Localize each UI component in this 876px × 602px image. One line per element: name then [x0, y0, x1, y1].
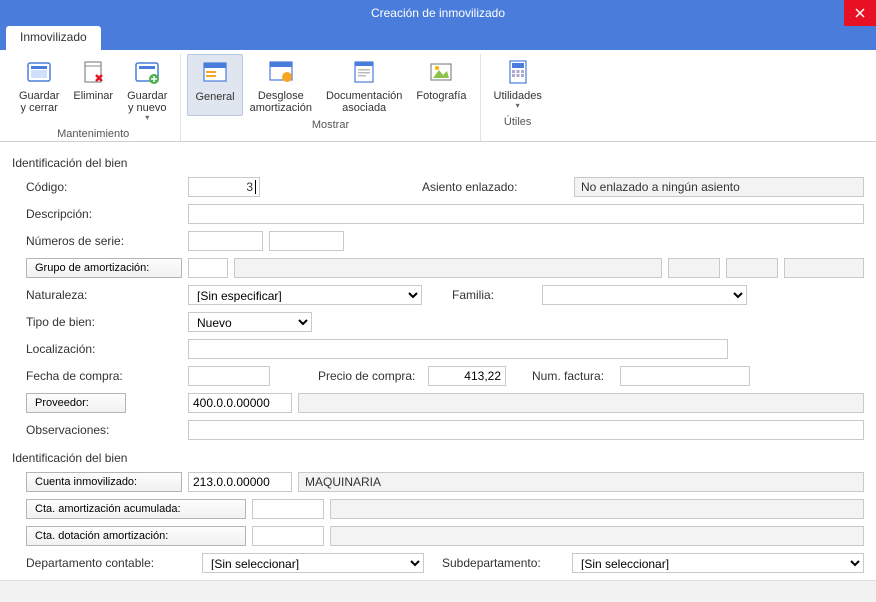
- calculator-icon: [502, 56, 534, 88]
- asiento-label: Asiento enlazado:: [422, 180, 574, 194]
- descripcion-input[interactable]: [188, 204, 864, 224]
- ribbon-group-show: General Desglose amortización Documentac…: [181, 54, 480, 141]
- cuenta-inmov-button[interactable]: Cuenta inmovilizado:: [26, 472, 182, 492]
- grupo-val1: [668, 258, 720, 278]
- descripcion-label: Descripción:: [12, 207, 188, 221]
- save-close-icon: [23, 56, 55, 88]
- grupo-val3: [784, 258, 864, 278]
- form-area: Identificación del bien Código: 3 Asient…: [0, 142, 876, 574]
- tipo-select[interactable]: Nuevo: [188, 312, 312, 332]
- foto-button[interactable]: Fotografía: [409, 54, 473, 116]
- desglose-button[interactable]: Desglose amortización: [243, 54, 319, 116]
- cuenta-name: MAQUINARIA: [298, 472, 864, 492]
- ribbon: Guardar y cerrar Eliminar Guardar y nuev…: [0, 50, 876, 142]
- ribbon-group-label-show: Mostrar: [187, 116, 473, 134]
- fecha-label: Fecha de compra:: [12, 369, 188, 383]
- section2-title: Identificación del bien: [12, 451, 864, 465]
- naturaleza-select[interactable]: [Sin especificar]: [188, 285, 422, 305]
- save-new-icon: [131, 56, 163, 88]
- numserie2-input[interactable]: [269, 231, 344, 251]
- grupo-name1: [234, 258, 662, 278]
- delete-icon: [77, 56, 109, 88]
- tab-inmovilizado[interactable]: Inmovilizado: [6, 26, 101, 50]
- numeros-label: Números de serie:: [12, 234, 188, 248]
- fecha-input[interactable]: [188, 366, 270, 386]
- docs-button[interactable]: Documentación asociada: [319, 54, 409, 116]
- numserie1-input[interactable]: [188, 231, 263, 251]
- docs-icon: [348, 56, 380, 88]
- ribbon-group-maintenance: Guardar y cerrar Eliminar Guardar y nuev…: [6, 54, 181, 141]
- asiento-value: No enlazado a ningún asiento: [574, 177, 864, 197]
- tipo-label: Tipo de bien:: [12, 315, 188, 329]
- proveedor-name: [298, 393, 864, 413]
- proveedor-code-input[interactable]: [188, 393, 292, 413]
- cta-dot-code-input[interactable]: [252, 526, 324, 546]
- cta-amort-code-input[interactable]: [252, 499, 324, 519]
- save-close-button[interactable]: Guardar y cerrar: [12, 54, 66, 125]
- ribbon-group-utils: Utilidades ▾ Útiles: [481, 54, 555, 141]
- caret-down-icon: ▾: [145, 114, 149, 123]
- desglose-icon: [265, 56, 297, 88]
- obs-input[interactable]: [188, 420, 864, 440]
- familia-select[interactable]: [542, 285, 747, 305]
- codigo-label: Código:: [12, 180, 188, 194]
- proveedor-button[interactable]: Proveedor:: [26, 393, 126, 413]
- cta-dot-name: [330, 526, 864, 546]
- dept-select[interactable]: [Sin seleccionar]: [202, 553, 424, 573]
- grupo-amort-button[interactable]: Grupo de amortización:: [26, 258, 182, 278]
- numfact-label: Num. factura:: [532, 369, 620, 383]
- cuenta-code-input[interactable]: [188, 472, 292, 492]
- precio-label: Precio de compra:: [318, 369, 428, 383]
- dept-label: Departamento contable:: [12, 556, 202, 570]
- close-icon: [855, 8, 865, 18]
- general-button[interactable]: General: [187, 54, 242, 116]
- subdept-label: Subdepartamento:: [442, 556, 572, 570]
- caret-down-icon: ▾: [516, 102, 520, 111]
- utilities-button[interactable]: Utilidades ▾: [487, 54, 549, 113]
- grupo-code-input[interactable]: [188, 258, 228, 278]
- subdept-select[interactable]: [Sin seleccionar]: [572, 553, 864, 573]
- cta-amort-name: [330, 499, 864, 519]
- delete-button[interactable]: Eliminar: [66, 54, 120, 125]
- section1-title: Identificación del bien: [12, 156, 864, 170]
- save-new-button[interactable]: Guardar y nuevo ▾: [120, 54, 174, 125]
- ribbon-group-label-utils: Útiles: [487, 113, 549, 131]
- status-bar: [0, 580, 876, 602]
- familia-label: Familia:: [452, 288, 542, 302]
- cta-amort-button[interactable]: Cta. amortización acumulada:: [26, 499, 246, 519]
- window-title: Creación de inmovilizado: [371, 6, 505, 20]
- codigo-input[interactable]: 3: [188, 177, 260, 197]
- title-bar: Creación de inmovilizado: [0, 0, 876, 26]
- obs-label: Observaciones:: [12, 423, 188, 437]
- naturaleza-label: Naturaleza:: [12, 288, 188, 302]
- cta-dot-button[interactable]: Cta. dotación amortización:: [26, 526, 246, 546]
- precio-input[interactable]: [428, 366, 506, 386]
- localizacion-label: Localización:: [12, 342, 188, 356]
- close-button[interactable]: [844, 0, 876, 26]
- tab-strip: Inmovilizado: [0, 26, 876, 50]
- foto-icon: [425, 56, 457, 88]
- localizacion-input[interactable]: [188, 339, 728, 359]
- general-icon: [199, 57, 231, 89]
- numfact-input[interactable]: [620, 366, 750, 386]
- ribbon-group-label-maintenance: Mantenimiento: [12, 125, 174, 143]
- grupo-val2: [726, 258, 778, 278]
